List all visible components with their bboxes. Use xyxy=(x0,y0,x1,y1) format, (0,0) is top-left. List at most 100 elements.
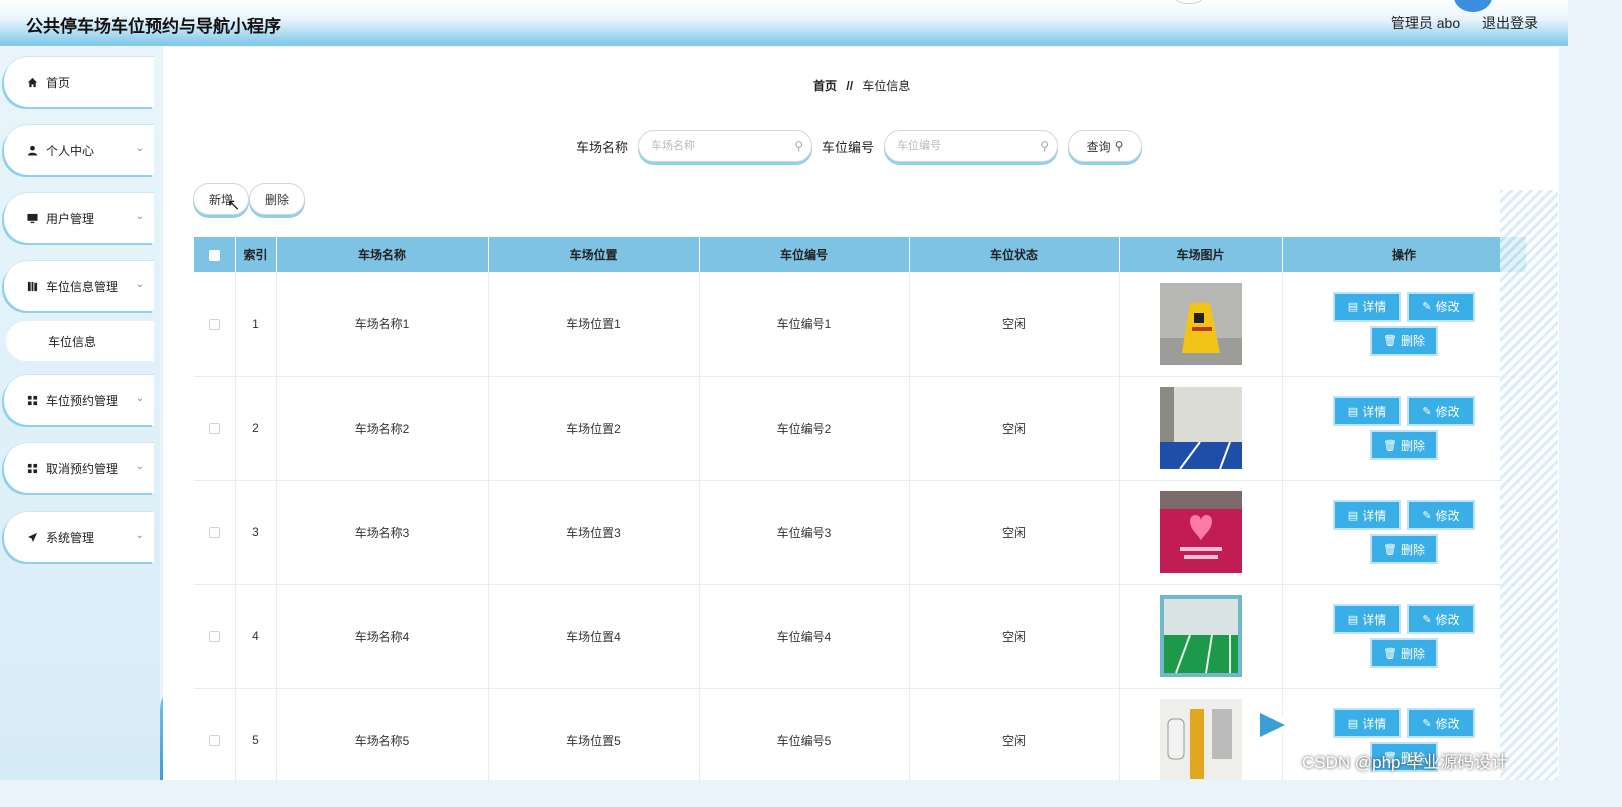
edit-button[interactable]: ✎ 修改 xyxy=(1407,604,1475,634)
select-all-header xyxy=(194,237,236,272)
sidebar-item-user-management[interactable]: 用户管理 ⌄ xyxy=(4,193,154,243)
sidebar-item-cancel-reservation-management[interactable]: 取消预约管理 ⌄ xyxy=(4,443,154,493)
grid-icon xyxy=(26,394,38,406)
table-row: 2 车场名称2 车场位置2 车位编号2 空闲 ▤ 详情 ✎ 修改 🗑 删除 xyxy=(194,376,1526,481)
edit-button[interactable]: ✎ 修改 xyxy=(1407,291,1475,322)
lot-name-cell: 车场名称2 xyxy=(276,376,489,481)
chevron-down-icon: ⌄ xyxy=(135,279,144,290)
detail-button[interactable]: ▤ 详情 xyxy=(1333,708,1401,738)
sidebar-item-home[interactable]: 首页 xyxy=(4,57,154,107)
select-all-checkbox[interactable] xyxy=(208,249,220,261)
spot-number-cell: 车位编号1 xyxy=(699,272,910,377)
spot-number-cell: 车位编号2 xyxy=(699,376,910,481)
edit-button[interactable]: ✎ 修改 xyxy=(1407,500,1475,530)
logout-link[interactable]: 退出登录 xyxy=(1482,15,1538,31)
add-button[interactable]: 新增 xyxy=(193,183,249,215)
lot-image[interactable] xyxy=(1159,491,1242,573)
pencil-icon: ✎ xyxy=(1422,613,1432,626)
spot-number-label: 车位编号 xyxy=(822,139,875,155)
lot-name-cell: 车场名称5 xyxy=(276,688,489,780)
search-icon: ⚲ xyxy=(1114,139,1124,153)
mouse-cursor-icon: ↖ xyxy=(227,197,241,214)
delete-button[interactable]: 🗑 删除 xyxy=(1370,638,1438,668)
timer-badge xyxy=(1454,0,1492,12)
column-header: 索引 xyxy=(235,237,277,272)
detail-label: 详情 xyxy=(1362,508,1387,523)
lot-name-cell: 车场名称1 xyxy=(276,272,489,377)
detail-label: 详情 xyxy=(1362,300,1387,315)
delete-button[interactable]: 🗑 删除 xyxy=(1370,325,1438,356)
sidebar-item-spot-info-management[interactable]: 车位信息管理 ⌄ xyxy=(4,261,154,311)
chevron-down-icon: ⌄ xyxy=(135,143,144,154)
row-checkbox[interactable] xyxy=(208,527,220,539)
detail-button[interactable]: ▤ 详情 xyxy=(1333,396,1401,426)
sidebar-subitem-spot-info[interactable]: 车位信息 xyxy=(6,321,154,361)
edit-button[interactable]: ✎ 修改 xyxy=(1407,708,1475,738)
row-select-cell xyxy=(194,376,236,481)
lot-image[interactable] xyxy=(1159,387,1242,469)
query-button[interactable]: 查询 ⚲ xyxy=(1068,130,1143,162)
row-checkbox[interactable] xyxy=(208,319,220,331)
breadcrumb-separator: // xyxy=(846,79,854,93)
grid-icon xyxy=(26,462,38,474)
app-title: 公共停车场车位预约与导航小程序 xyxy=(26,17,281,36)
sidebar-item-reservation-management[interactable]: 车位预约管理 ⌄ xyxy=(4,375,154,425)
index-cell: 5 xyxy=(235,688,277,780)
spot-number-cell: 车位编号5 xyxy=(699,688,910,780)
sidebar-item-label: 车位预约管理 xyxy=(46,393,119,408)
chevron-down-icon: ⌄ xyxy=(135,211,144,222)
delete-button[interactable]: 🗑 删除 xyxy=(1370,534,1438,564)
row-checkbox[interactable] xyxy=(208,423,220,435)
pencil-icon: ✎ xyxy=(1422,301,1432,314)
spot-number-field-wrap: ⚲ xyxy=(884,130,1059,162)
edit-label: 修改 xyxy=(1435,612,1460,627)
column-header: 车场位置 xyxy=(488,237,700,272)
lot-name-input[interactable] xyxy=(639,131,780,161)
query-button-label: 查询 xyxy=(1086,139,1111,154)
row-checkbox[interactable] xyxy=(208,735,220,747)
batch-delete-button[interactable]: 删除 xyxy=(249,183,305,215)
lot-image[interactable] xyxy=(1159,595,1242,677)
breadcrumb-home[interactable]: 首页 xyxy=(813,79,837,93)
sidebar-item-label: 车位信息管理 xyxy=(46,279,119,294)
edit-label: 修改 xyxy=(1435,716,1460,731)
delete-label: 删除 xyxy=(1400,334,1425,349)
document-icon: ▤ xyxy=(1347,509,1359,522)
spot-number-cell: 车位编号4 xyxy=(699,584,910,689)
index-cell: 3 xyxy=(235,480,277,585)
delete-button[interactable]: 🗑 删除 xyxy=(1370,430,1438,460)
column-header: 车位编号 xyxy=(699,237,910,272)
edit-label: 修改 xyxy=(1435,508,1460,523)
detail-label: 详情 xyxy=(1362,612,1387,627)
table-row: 3 车场名称3 车场位置3 车位编号3 空闲 ▤ 详情 ✎ 修改 🗑 删除 xyxy=(194,480,1526,585)
pencil-icon: ✎ xyxy=(1422,509,1432,522)
edit-label: 修改 xyxy=(1435,300,1460,315)
detail-button[interactable]: ▤ 详情 xyxy=(1333,604,1401,634)
sidebar-item-personal-center[interactable]: 个人中心 ⌄ xyxy=(4,125,154,175)
sidebar-item-label: 用户管理 xyxy=(46,211,95,226)
detail-button[interactable]: ▤ 详情 xyxy=(1333,291,1401,322)
spot-number-cell: 车位编号3 xyxy=(699,480,910,585)
sidebar-item-system-management[interactable]: 系统管理 ⌄ xyxy=(4,512,154,562)
index-cell: 4 xyxy=(235,584,277,689)
trash-icon: 🗑 xyxy=(1383,439,1397,452)
document-icon: ▤ xyxy=(1347,717,1359,730)
search-icon: ⚲ xyxy=(794,139,804,153)
chevron-down-icon: ⌄ xyxy=(135,393,144,404)
lot-location-cell: 车场位置3 xyxy=(488,480,700,585)
lot-image[interactable] xyxy=(1159,282,1242,365)
lot-name-cell: 车场名称4 xyxy=(276,584,489,689)
lot-image-cell xyxy=(1119,480,1283,585)
breadcrumb-current: 车位信息 xyxy=(862,79,911,93)
pencil-icon: ✎ xyxy=(1422,717,1432,730)
edit-button[interactable]: ✎ 修改 xyxy=(1407,396,1475,426)
row-select-cell xyxy=(194,688,236,780)
row-checkbox[interactable] xyxy=(208,631,220,643)
monitor-icon xyxy=(26,212,38,224)
spot-status-cell: 空闲 xyxy=(909,376,1120,481)
detail-button[interactable]: ▤ 详情 xyxy=(1333,500,1401,530)
edit-label: 修改 xyxy=(1435,404,1460,419)
main-content: 首页 // 车位信息 车场名称 ⚲ 车位编号 ⚲ 查询 ⚲ 新增 删除 ↖ xyxy=(163,47,1559,780)
lot-image[interactable] xyxy=(1159,699,1242,780)
spot-number-input[interactable] xyxy=(885,131,1026,161)
